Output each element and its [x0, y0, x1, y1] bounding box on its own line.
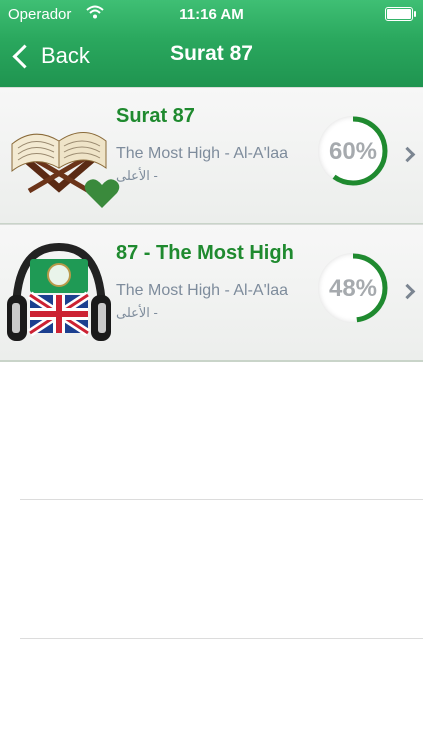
heart-icon[interactable] [84, 178, 120, 215]
chevron-right-icon [399, 146, 416, 163]
progress-circle: 60% [318, 116, 388, 186]
empty-row-divider [20, 499, 423, 500]
progress-percent: 60% [328, 138, 378, 165]
item-subtitle: The Most High - Al-A'laa [116, 282, 289, 299]
item-title: 87 - The Most High [116, 242, 294, 264]
chevron-right-icon [399, 283, 416, 300]
battery-icon [385, 7, 416, 21]
list-item-audio[interactable]: 87 - The Most High The Most High - Al-A'… [0, 224, 423, 362]
page-title: Surat 87 [170, 42, 253, 65]
item-subtitle: The Most High - Al-A'laa [116, 145, 289, 162]
status-time: 11:16 AM [179, 6, 244, 23]
nav-header: Back Surat 87 [0, 28, 423, 84]
item-arabic-name: الأعلى - [116, 168, 158, 183]
progress-circle: 48% [318, 253, 388, 323]
navigation-bar: Operador 11:16 AM Back Surat 87 [0, 0, 423, 87]
list-item-surat[interactable]: Surat 87 The Most High - Al-A'laa الأعلى… [0, 87, 423, 225]
headphones-flag-icon [4, 233, 114, 353]
item-arabic-name: الأعلى - [116, 305, 158, 320]
empty-row-divider [20, 638, 423, 639]
status-bar: Operador 11:16 AM [0, 0, 423, 28]
item-title: Surat 87 [116, 105, 195, 127]
progress-percent: 48% [328, 275, 378, 302]
